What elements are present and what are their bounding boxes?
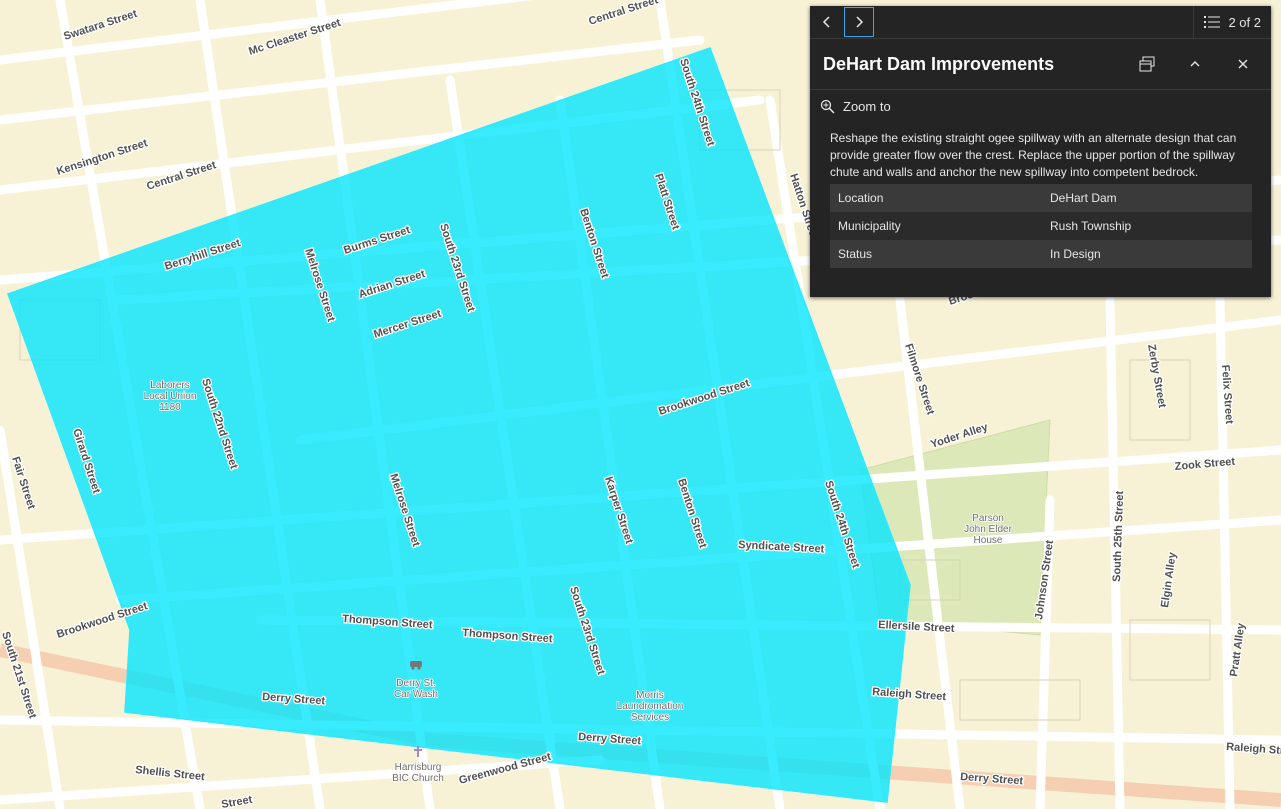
popup-title-row: DeHart Dam Improvements	[810, 39, 1271, 90]
dock-icon	[1139, 56, 1155, 72]
chevron-left-icon	[822, 16, 830, 28]
feature-list-button[interactable]: 2 of 2	[1193, 6, 1271, 38]
chevron-up-icon	[1190, 61, 1200, 67]
dock-button[interactable]	[1123, 47, 1171, 81]
field-name: Municipality	[830, 212, 1042, 240]
field-name: Location	[830, 184, 1042, 212]
list-icon	[1204, 16, 1221, 28]
poi-label: Harrisburg BIC Church	[392, 762, 444, 784]
popup-actions	[1123, 47, 1267, 81]
close-icon	[1238, 59, 1248, 69]
zoom-to-label: Zoom to	[843, 98, 891, 114]
attribute-table: Location DeHart Dam Municipality Rush To…	[830, 184, 1252, 268]
previous-feature-button[interactable]	[812, 7, 842, 37]
zoom-to-action[interactable]: Zoom to	[810, 90, 1271, 122]
popup-title: DeHart Dam Improvements	[823, 53, 1055, 74]
feature-description: Reshape the existing straight ogee spill…	[830, 131, 1237, 179]
popup-header: 2 of 2	[810, 6, 1271, 39]
field-name: Status	[830, 240, 1042, 268]
zoom-in-icon	[820, 99, 835, 114]
next-feature-button[interactable]	[844, 7, 874, 37]
poi-label: Derry St. Car Wash	[394, 678, 438, 700]
field-value: DeHart Dam	[1042, 184, 1252, 212]
table-row: Status In Design	[830, 240, 1252, 268]
field-value: Rush Township	[1042, 212, 1252, 240]
table-row: Location DeHart Dam	[830, 184, 1252, 212]
collapse-button[interactable]	[1171, 47, 1219, 81]
close-button[interactable]	[1219, 47, 1267, 81]
feature-popup: 2 of 2 DeHart Dam Improvements Zoom to R…	[810, 6, 1271, 297]
field-value: In Design	[1042, 240, 1252, 268]
feature-count-text: 2 of 2	[1228, 14, 1261, 30]
table-row: Municipality Rush Township	[830, 212, 1252, 240]
chevron-right-icon	[856, 16, 864, 28]
